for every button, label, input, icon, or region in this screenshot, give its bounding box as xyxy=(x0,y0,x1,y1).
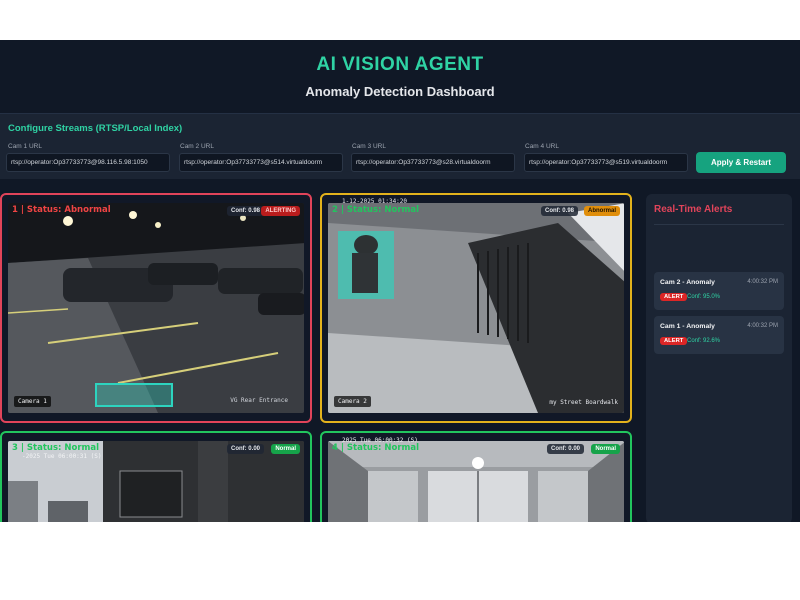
camera-2-tag: Camera 2 xyxy=(334,396,371,407)
app-subtitle: Anomaly Detection Dashboard xyxy=(305,84,495,99)
camera-4-confidence: Conf: 0.00 xyxy=(546,444,584,454)
cam-4-url-input[interactable] xyxy=(524,153,688,172)
cam-2-url-input[interactable] xyxy=(179,153,343,172)
cam-4-url-label: Cam 4 URL xyxy=(525,143,559,150)
camera-2-location-overlay: my Street Boardwalk xyxy=(549,399,618,406)
alert-badge: ALERT xyxy=(660,293,688,301)
real-time-alerts-panel: Real-Time Alerts Cam 2 - Anomaly 4:00:32… xyxy=(646,194,792,522)
dashboard-app: AI VISION AGENT Anomaly Detection Dashbo… xyxy=(0,40,800,522)
alert-time: 4:00:32 PM xyxy=(747,323,778,329)
camera-3-status-badge: Normal xyxy=(271,444,300,454)
camera-1-tag: Camera 1 xyxy=(14,396,51,407)
alert-badge: ALERT xyxy=(660,337,688,345)
camera-1-status-badge: ALERTING xyxy=(261,206,300,216)
camera-2-status-badge: Abnormal xyxy=(583,206,620,216)
camera-1-location-overlay: VG Rear Entrance xyxy=(230,397,288,404)
alert-item[interactable]: Cam 2 - Anomaly 4:00:32 PM ALERT Conf: 9… xyxy=(654,272,784,310)
camera-3-confidence: Conf: 0.00 xyxy=(226,444,264,454)
camera-1-confidence: Conf: 0.98 xyxy=(226,206,264,216)
camera-tile-4[interactable]: 4 | Status: Normal 2025 Tue 06:00:32 (S)… xyxy=(320,431,632,522)
configure-streams-title: Configure Streams (RTSP/Local Index) xyxy=(8,123,183,134)
camera-4-status: 4 | Status: Normal xyxy=(332,443,420,453)
alerts-divider xyxy=(654,224,784,225)
alert-name: Cam 1 - Anomaly xyxy=(660,323,715,330)
camera-4-timestamp: 2025 Tue 06:00:32 (S) xyxy=(342,437,418,444)
camera-tile-1[interactable]: 1 | Status: Abnormal Conf: 0.98 ALERTING… xyxy=(0,193,312,423)
apply-restart-button[interactable]: Apply & Restart xyxy=(696,152,786,173)
camera-1-feed xyxy=(8,203,304,413)
cam-3-url-input[interactable] xyxy=(351,153,515,172)
camera-2-feed xyxy=(328,203,624,413)
alert-confidence: Conf: 92.6% xyxy=(687,338,721,344)
camera-2-status: 2 | Status: Normal xyxy=(332,205,420,215)
configure-streams-panel: Configure Streams (RTSP/Local Index) Cam… xyxy=(0,113,800,179)
camera-4-status-badge: Normal xyxy=(591,444,620,454)
camera-2-confidence: Conf: 0.98 xyxy=(540,206,578,216)
cam-1-url-input[interactable] xyxy=(6,153,170,172)
camera-tile-3[interactable]: 3 | Status: Normal -2025 Tue 06:00:31 (S… xyxy=(0,431,312,522)
alerts-title: Real-Time Alerts xyxy=(654,204,733,215)
camera-tile-2[interactable]: 2 | Status: Normal 1-12-2025 01:34:20 Co… xyxy=(320,193,632,423)
camera-3-status: 3 | Status: Normal xyxy=(12,443,100,453)
alert-item[interactable]: Cam 1 - Anomaly 4:00:32 PM ALERT Conf: 9… xyxy=(654,316,784,354)
alert-name: Cam 2 - Anomaly xyxy=(660,279,715,286)
alert-confidence: Conf: 95.0% xyxy=(687,294,721,300)
camera-3-timestamp: -2025 Tue 06:00:31 (S) xyxy=(22,453,102,460)
cam-3-url-label: Cam 3 URL xyxy=(352,143,386,150)
cam-1-url-label: Cam 1 URL xyxy=(8,143,42,150)
alert-time: 4:00:32 PM xyxy=(747,279,778,285)
camera-1-status: 1 | Status: Abnormal xyxy=(12,205,111,215)
app-title: AI VISION AGENT xyxy=(316,54,484,75)
cam-2-url-label: Cam 2 URL xyxy=(180,143,214,150)
camera-2-timestamp: 1-12-2025 01:34:20 xyxy=(342,198,408,205)
